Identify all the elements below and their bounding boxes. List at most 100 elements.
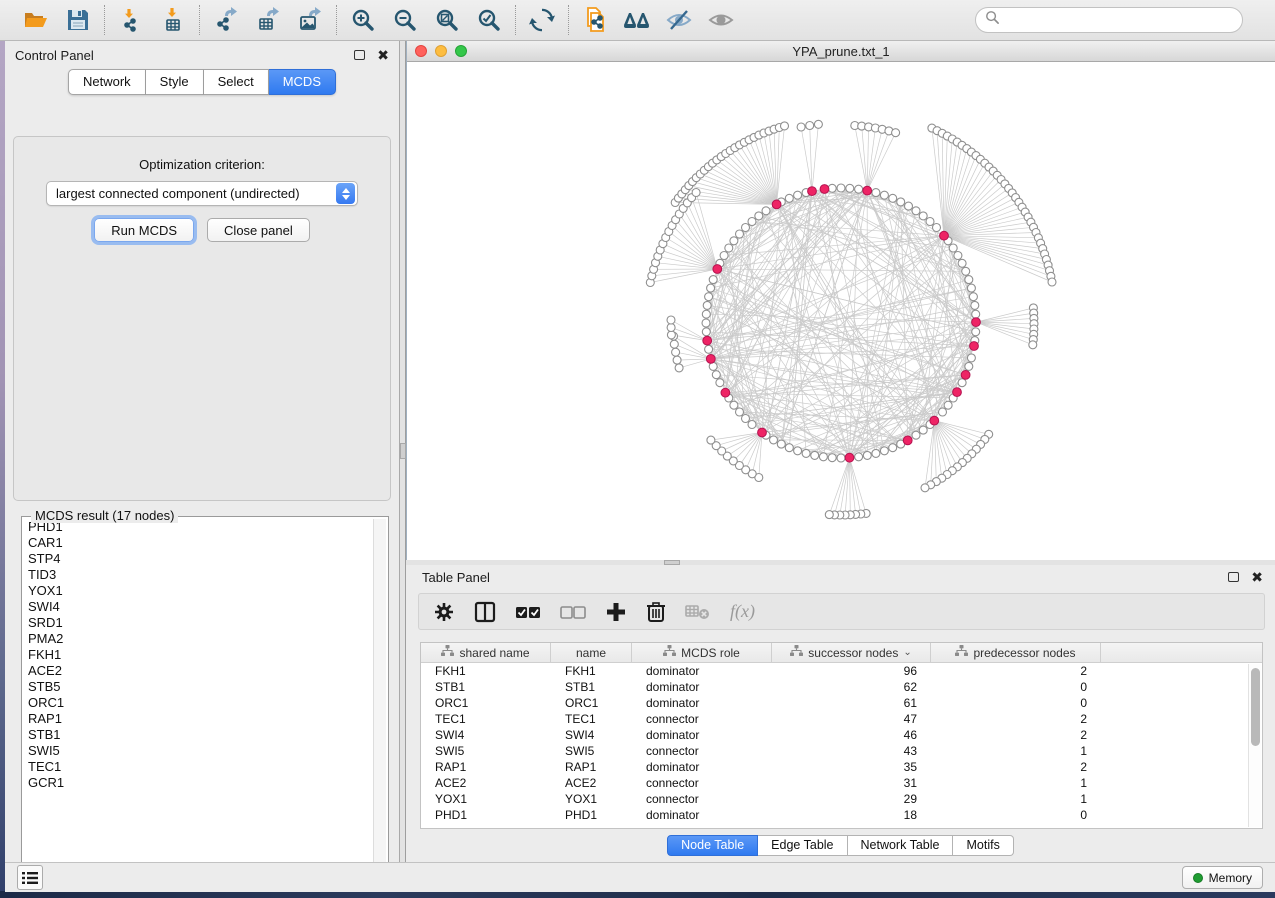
import-table-icon[interactable] xyxy=(159,6,187,34)
mcds-result-item[interactable]: STP4 xyxy=(24,551,372,567)
cell-MCDS-role[interactable]: dominator xyxy=(632,807,772,823)
mcds-result-item[interactable]: TEC1 xyxy=(24,759,372,775)
mcds-result-item[interactable]: PMA2 xyxy=(24,631,372,647)
table-row[interactable]: ORC1ORC1dominator610 xyxy=(421,695,1262,711)
export-table-icon[interactable] xyxy=(254,6,282,34)
delete-icon[interactable] xyxy=(646,601,666,623)
cell-MCDS-role[interactable]: dominator xyxy=(632,759,772,775)
cell-successor-nodes[interactable]: 96 xyxy=(772,663,931,679)
cell-successor-nodes[interactable]: 29 xyxy=(772,791,931,807)
column-header-predecessor-nodes[interactable]: predecessor nodes xyxy=(931,643,1101,662)
mcds-result-item[interactable]: ORC1 xyxy=(24,695,372,711)
criterion-select[interactable]: largest connected component (undirected) xyxy=(46,181,358,206)
table-float-window-icon[interactable] xyxy=(1228,572,1239,582)
cell-shared-name[interactable]: SWI5 xyxy=(421,743,551,759)
cell-predecessor-nodes[interactable]: 0 xyxy=(931,807,1101,823)
table-row[interactable]: PHD1PHD1dominator180 xyxy=(421,807,1262,823)
cell-predecessor-nodes[interactable]: 2 xyxy=(931,727,1101,743)
search-input[interactable] xyxy=(1000,13,1233,28)
select-all-icon[interactable] xyxy=(515,603,541,621)
mcds-result-item[interactable]: CAR1 xyxy=(24,535,372,551)
float-window-icon[interactable] xyxy=(354,50,365,60)
mcds-result-item[interactable]: SWI4 xyxy=(24,599,372,615)
cell-MCDS-role[interactable]: dominator xyxy=(632,679,772,695)
duplicate-network-icon[interactable] xyxy=(581,6,609,34)
cell-MCDS-role[interactable]: connector xyxy=(632,743,772,759)
cell-MCDS-role[interactable]: dominator xyxy=(632,727,772,743)
open-folder-icon[interactable] xyxy=(22,6,50,34)
table-row[interactable]: RAP1RAP1dominator352 xyxy=(421,759,1262,775)
vertical-splitter[interactable] xyxy=(400,41,406,862)
column-view-icon[interactable] xyxy=(474,601,496,623)
cell-successor-nodes[interactable]: 61 xyxy=(772,695,931,711)
cell-shared-name[interactable]: SWI4 xyxy=(421,727,551,743)
cell-predecessor-nodes[interactable]: 1 xyxy=(931,791,1101,807)
search-box[interactable] xyxy=(975,7,1243,33)
cell-name[interactable]: TEC1 xyxy=(551,711,632,727)
save-icon[interactable] xyxy=(64,6,92,34)
column-header-successor-nodes[interactable]: successor nodes⌄ xyxy=(772,643,931,662)
export-network-icon[interactable] xyxy=(212,6,240,34)
cell-MCDS-role[interactable]: dominator xyxy=(632,695,772,711)
mcds-result-item[interactable]: SRD1 xyxy=(24,615,372,631)
network-window-titlebar[interactable]: YPA_prune.txt_1 xyxy=(407,41,1275,62)
mcds-result-item[interactable]: STB5 xyxy=(24,679,372,695)
delete-table-icon[interactable] xyxy=(685,603,711,621)
tab-mcds[interactable]: MCDS xyxy=(269,69,336,95)
cell-name[interactable]: ORC1 xyxy=(551,695,632,711)
cell-shared-name[interactable]: YOX1 xyxy=(421,791,551,807)
cell-shared-name[interactable]: PHD1 xyxy=(421,807,551,823)
cell-name[interactable]: PHD1 xyxy=(551,807,632,823)
column-header-shared-name[interactable]: shared name xyxy=(421,643,551,662)
run-mcds-button[interactable]: Run MCDS xyxy=(94,218,194,242)
cell-predecessor-nodes[interactable]: 2 xyxy=(931,711,1101,727)
cell-MCDS-role[interactable]: connector xyxy=(632,775,772,791)
table-row[interactable]: STB1STB1dominator620 xyxy=(421,679,1262,695)
network-canvas[interactable] xyxy=(407,62,1275,559)
refresh-icon[interactable] xyxy=(528,6,556,34)
cell-successor-nodes[interactable]: 43 xyxy=(772,743,931,759)
network-graph[interactable] xyxy=(407,62,1274,559)
cell-name[interactable]: ACE2 xyxy=(551,775,632,791)
gear-icon[interactable] xyxy=(433,601,455,623)
table-row[interactable]: FKH1FKH1dominator962 xyxy=(421,663,1262,679)
cell-successor-nodes[interactable]: 62 xyxy=(772,679,931,695)
zoom-out-icon[interactable] xyxy=(391,6,419,34)
tab-style[interactable]: Style xyxy=(146,69,204,95)
horizontal-splitter-handle[interactable] xyxy=(664,560,680,565)
cell-successor-nodes[interactable]: 18 xyxy=(772,807,931,823)
table-scrollbar-thumb[interactable] xyxy=(1251,668,1260,746)
memory-button[interactable]: Memory xyxy=(1182,866,1263,889)
cell-successor-nodes[interactable]: 47 xyxy=(772,711,931,727)
tab-network-table[interactable]: Network Table xyxy=(848,835,954,856)
mcds-result-item[interactable]: YOX1 xyxy=(24,583,372,599)
add-icon[interactable] xyxy=(605,601,627,623)
cell-predecessor-nodes[interactable]: 1 xyxy=(931,743,1101,759)
table-row[interactable]: YOX1YOX1connector291 xyxy=(421,791,1262,807)
cell-shared-name[interactable]: TEC1 xyxy=(421,711,551,727)
table-row[interactable]: ACE2ACE2connector311 xyxy=(421,775,1262,791)
cell-MCDS-role[interactable]: dominator xyxy=(632,663,772,679)
mcds-result-item[interactable]: FKH1 xyxy=(24,647,372,663)
mcds-result-item[interactable]: SWI5 xyxy=(24,743,372,759)
cell-name[interactable]: FKH1 xyxy=(551,663,632,679)
mcds-result-scrollbar[interactable] xyxy=(373,519,386,877)
cell-MCDS-role[interactable]: connector xyxy=(632,791,772,807)
cell-predecessor-nodes[interactable]: 0 xyxy=(931,695,1101,711)
close-panel-button[interactable]: Close panel xyxy=(207,218,310,242)
cell-predecessor-nodes[interactable]: 1 xyxy=(931,775,1101,791)
table-row[interactable]: SWI4SWI4dominator462 xyxy=(421,727,1262,743)
mcds-result-item[interactable]: TID3 xyxy=(24,567,372,583)
export-image-icon[interactable] xyxy=(296,6,324,34)
show-all-icon[interactable] xyxy=(707,6,735,34)
tab-network[interactable]: Network xyxy=(68,69,146,95)
column-header-MCDS-role[interactable]: MCDS role xyxy=(632,643,772,662)
cell-shared-name[interactable]: ACE2 xyxy=(421,775,551,791)
zoom-fit-icon[interactable] xyxy=(433,6,461,34)
mcds-result-item[interactable]: STB1 xyxy=(24,727,372,743)
mcds-result-item[interactable]: RAP1 xyxy=(24,711,372,727)
cell-name[interactable]: SWI4 xyxy=(551,727,632,743)
task-history-button[interactable] xyxy=(17,865,43,890)
column-header-name[interactable]: name xyxy=(551,643,632,662)
tab-select[interactable]: Select xyxy=(204,69,269,95)
